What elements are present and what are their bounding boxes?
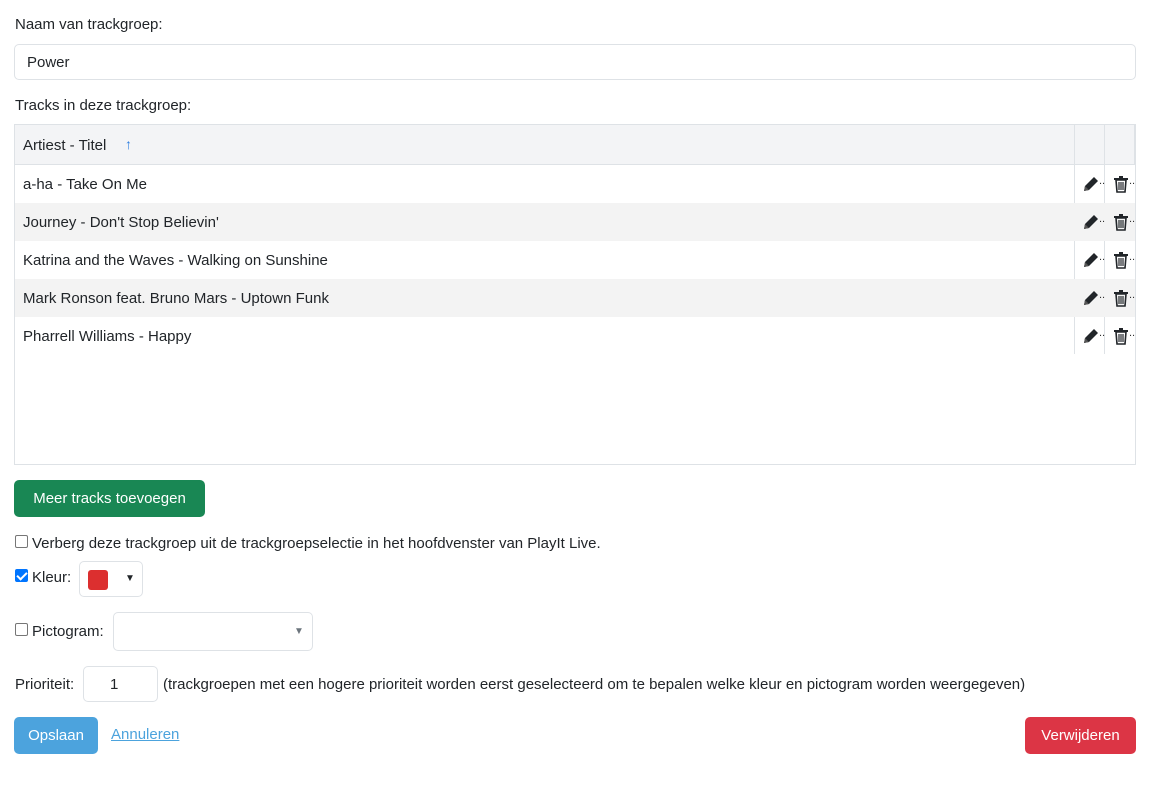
truncation-dots: ..: [1129, 289, 1136, 301]
column-header-artist-title[interactable]: Artiest - Titel: [23, 137, 106, 154]
add-tracks-button[interactable]: Meer tracks toevoegen: [14, 480, 205, 517]
table-row[interactable]: Mark Ronson feat. Bruno Mars - Uptown Fu…: [15, 279, 1135, 317]
color-picker[interactable]: ▼: [79, 561, 143, 597]
truncation-dots: ..: [1129, 327, 1136, 339]
hide-trackgroup-checkbox[interactable]: [15, 535, 28, 548]
cancel-link[interactable]: Annuleren: [111, 726, 179, 743]
truncation-dots: ..: [1099, 213, 1106, 225]
table-row[interactable]: Pharrell Williams - Happy .. ..: [15, 317, 1135, 355]
tracks-grid: Artiest - Titel ↑ a-ha - Take On Me .. .…: [14, 124, 1136, 465]
truncation-dots: ..: [1099, 289, 1106, 301]
column-divider: [1134, 125, 1135, 165]
save-button[interactable]: Opslaan: [14, 717, 98, 754]
priority-input[interactable]: [83, 666, 158, 702]
color-swatch: [88, 570, 108, 590]
name-label: Naam van trackgroep:: [15, 16, 163, 33]
chevron-down-icon: ▼: [125, 573, 135, 584]
truncation-dots: ..: [1129, 251, 1136, 263]
color-label: Kleur:: [32, 569, 72, 586]
table-row[interactable]: Katrina and the Waves - Walking on Sunsh…: [15, 241, 1135, 279]
table-row[interactable]: a-ha - Take On Me .. ..: [15, 165, 1135, 203]
track-label: Journey - Don't Stop Believin': [23, 214, 219, 231]
tracks-label: Tracks in deze trackgroep:: [15, 97, 192, 114]
name-input[interactable]: [14, 44, 1136, 80]
track-label: Pharrell Williams - Happy: [23, 328, 192, 345]
track-label: a-ha - Take On Me: [23, 176, 147, 193]
pictogram-select[interactable]: ▼: [113, 612, 313, 651]
pictogram-checkbox[interactable]: [15, 623, 28, 636]
table-row[interactable]: Journey - Don't Stop Believin' .. ..: [15, 203, 1135, 241]
track-label: Mark Ronson feat. Bruno Mars - Uptown Fu…: [23, 290, 329, 307]
truncation-dots: ..: [1099, 327, 1106, 339]
sort-ascending-icon[interactable]: ↑: [125, 136, 132, 152]
truncation-dots: ..: [1129, 175, 1136, 187]
hide-trackgroup-label: Verberg deze trackgroep uit de trackgroe…: [32, 535, 601, 552]
grid-header: Artiest - Titel ↑: [15, 125, 1135, 165]
priority-hint: (trackgroepen met een hogere prioriteit …: [163, 676, 1026, 693]
color-checkbox[interactable]: [15, 569, 28, 582]
delete-button[interactable]: Verwijderen: [1025, 717, 1136, 754]
priority-label: Prioriteit:: [15, 676, 75, 693]
pictogram-label: Pictogram:: [32, 623, 104, 640]
track-label: Katrina and the Waves - Walking on Sunsh…: [23, 252, 328, 269]
truncation-dots: ..: [1099, 251, 1106, 263]
truncation-dots: ..: [1099, 175, 1106, 187]
truncation-dots: ..: [1129, 213, 1136, 225]
chevron-down-icon: ▼: [294, 626, 304, 637]
